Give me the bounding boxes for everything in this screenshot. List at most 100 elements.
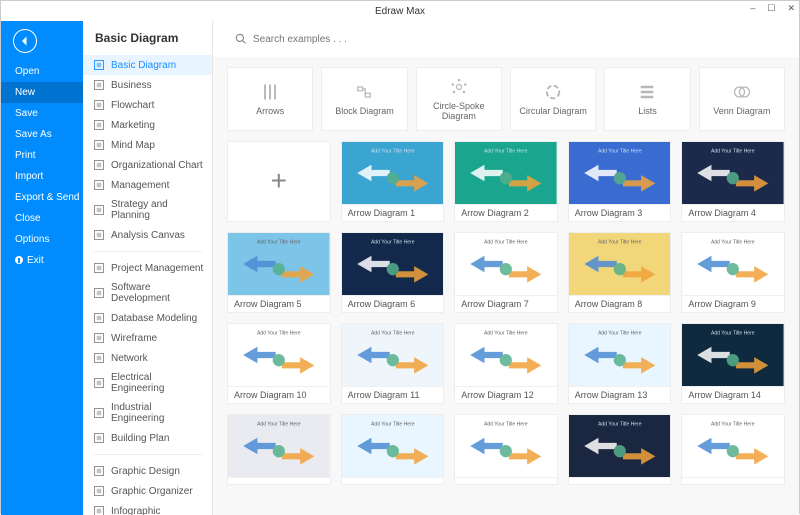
category-electrical-engineering[interactable]: Electrical Engineering <box>83 368 212 398</box>
file-menu-exit[interactable]: Exit <box>1 250 83 271</box>
template-card[interactable]: Add Your Title Here <box>454 414 558 485</box>
template-card[interactable]: Add Your Title Here Arrow Diagram 8 <box>568 232 672 313</box>
category-industrial-engineering[interactable]: Industrial Engineering <box>83 398 212 428</box>
type-label: Venn Diagram <box>713 106 770 116</box>
file-menu-label: Exit <box>27 255 44 266</box>
type-arrows[interactable]: Arrows <box>227 67 313 131</box>
mind-icon <box>93 139 105 151</box>
file-menu-new[interactable]: New <box>1 82 83 103</box>
content-area: ArrowsBlock DiagramCircle-Spoke DiagramC… <box>213 21 799 515</box>
file-menu-save[interactable]: Save <box>1 103 83 124</box>
template-thumb: Add Your Title Here <box>455 142 557 204</box>
template-card[interactable]: Add Your Title Here Arrow Diagram 10 <box>227 323 331 404</box>
type-circular-diagram[interactable]: Circular Diagram <box>510 67 596 131</box>
category-mind-map[interactable]: Mind Map <box>83 135 212 155</box>
template-card[interactable]: Add Your Title Here Arrow Diagram 12 <box>454 323 558 404</box>
type-circle-spoke-diagram[interactable]: Circle-Spoke Diagram <box>416 67 502 131</box>
svg-text:Add Your Title Here: Add Your Title Here <box>371 421 415 427</box>
template-card[interactable]: Add Your Title Here Arrow Diagram 4 <box>681 141 785 222</box>
type-lists[interactable]: Lists <box>604 67 690 131</box>
category-wireframe[interactable]: Wireframe <box>83 328 212 348</box>
template-thumb: Add Your Title Here <box>342 142 444 204</box>
category-building-plan[interactable]: Building Plan <box>83 428 212 448</box>
category-flowchart[interactable]: Flowchart <box>83 95 212 115</box>
maximize-button[interactable]: ☐ <box>767 3 775 14</box>
category-graphic-organizer[interactable]: Graphic Organizer <box>83 481 212 501</box>
separator <box>93 251 202 252</box>
category-label: Marketing <box>111 120 155 131</box>
category-strategy-and-planning[interactable]: Strategy and Planning <box>83 195 212 225</box>
template-thumb: Add Your Title Here <box>228 324 330 386</box>
category-business[interactable]: Business <box>83 75 212 95</box>
svg-text:Add Your Title Here: Add Your Title Here <box>484 239 528 245</box>
template-card[interactable]: Add Your Title Here Arrow Diagram 2 <box>454 141 558 222</box>
template-card[interactable]: Add Your Title Here Arrow Diagram 1 <box>341 141 445 222</box>
svg-text:Add Your Title Here: Add Your Title Here <box>257 421 301 427</box>
category-label: Building Plan <box>111 433 169 444</box>
close-button[interactable]: ✕ <box>787 3 795 14</box>
category-basic-diagram[interactable]: Basic Diagram <box>83 55 212 75</box>
category-label: Mind Map <box>111 140 155 151</box>
app-title: Edraw Max <box>375 6 425 17</box>
file-menu-close[interactable]: Close <box>1 208 83 229</box>
build-icon <box>93 432 105 444</box>
back-button[interactable] <box>13 29 37 53</box>
template-card[interactable]: Add Your Title Here <box>681 414 785 485</box>
circ-icon <box>543 82 563 102</box>
file-menu-label: New <box>15 87 35 98</box>
template-blank[interactable]: + <box>227 141 331 222</box>
svg-text:Add Your Title Here: Add Your Title Here <box>371 148 415 154</box>
category-software-development[interactable]: Software Development <box>83 278 212 308</box>
category-analysis-canvas[interactable]: Analysis Canvas <box>83 225 212 245</box>
search-input[interactable] <box>253 34 453 45</box>
category-database-modeling[interactable]: Database Modeling <box>83 308 212 328</box>
template-label: Arrow Diagram 10 <box>228 386 330 403</box>
template-card[interactable]: Add Your Title Here Arrow Diagram 11 <box>341 323 445 404</box>
category-label: Strategy and Planning <box>111 199 204 221</box>
file-menu-save-as[interactable]: Save As <box>1 124 83 145</box>
template-card[interactable]: Add Your Title Here Arrow Diagram 7 <box>454 232 558 313</box>
file-menu-label: Open <box>15 66 39 77</box>
template-card[interactable]: Add Your Title Here <box>341 414 445 485</box>
template-thumb: Add Your Title Here <box>342 415 444 477</box>
template-thumb: Add Your Title Here <box>569 324 671 386</box>
category-label: Software Development <box>111 282 204 304</box>
template-card[interactable]: Add Your Title Here Arrow Diagram 13 <box>568 323 672 404</box>
category-marketing[interactable]: Marketing <box>83 115 212 135</box>
file-menu-export-send[interactable]: Export & Send <box>1 187 83 208</box>
file-menu-import[interactable]: Import <box>1 166 83 187</box>
type-venn-diagram[interactable]: Venn Diagram <box>699 67 785 131</box>
file-menu-open[interactable]: Open <box>1 61 83 82</box>
type-block-diagram[interactable]: Block Diagram <box>321 67 407 131</box>
template-label: Arrow Diagram 3 <box>569 204 671 221</box>
template-card[interactable]: Add Your Title Here Arrow Diagram 6 <box>341 232 445 313</box>
template-card[interactable]: Add Your Title Here <box>568 414 672 485</box>
file-menu-print[interactable]: Print <box>1 145 83 166</box>
file-menu-options[interactable]: Options <box>1 229 83 250</box>
svg-text:Add Your Title Here: Add Your Title Here <box>484 330 528 336</box>
file-menu-label: Save <box>15 108 38 119</box>
category-management[interactable]: Management <box>83 175 212 195</box>
template-label <box>682 477 784 484</box>
template-gallery[interactable]: + Add Your Title Here Arrow Diagram 1 Ad… <box>213 141 799 515</box>
file-menu-label: Save As <box>15 129 52 140</box>
template-card[interactable]: Add Your Title Here Arrow Diagram 3 <box>568 141 672 222</box>
svg-text:Add Your Title Here: Add Your Title Here <box>711 421 755 427</box>
category-graphic-design[interactable]: Graphic Design <box>83 461 212 481</box>
template-card[interactable]: Add Your Title Here Arrow Diagram 5 <box>227 232 331 313</box>
template-thumb: Add Your Title Here <box>342 324 444 386</box>
template-thumb: Add Your Title Here <box>569 415 671 477</box>
category-network[interactable]: Network <box>83 348 212 368</box>
category-infographic[interactable]: Infographic <box>83 501 212 515</box>
template-card[interactable]: Add Your Title Here Arrow Diagram 9 <box>681 232 785 313</box>
category-label: Electrical Engineering <box>111 372 204 394</box>
minimize-button[interactable]: – <box>750 3 755 14</box>
template-card[interactable]: Add Your Title Here <box>227 414 331 485</box>
category-organizational-chart[interactable]: Organizational Chart <box>83 155 212 175</box>
category-heading: Basic Diagram <box>83 21 212 55</box>
template-label: Arrow Diagram 14 <box>682 386 784 403</box>
separator <box>93 454 202 455</box>
category-project-management[interactable]: Project Management <box>83 258 212 278</box>
template-card[interactable]: Add Your Title Here Arrow Diagram 14 <box>681 323 785 404</box>
venn-icon <box>732 82 752 102</box>
